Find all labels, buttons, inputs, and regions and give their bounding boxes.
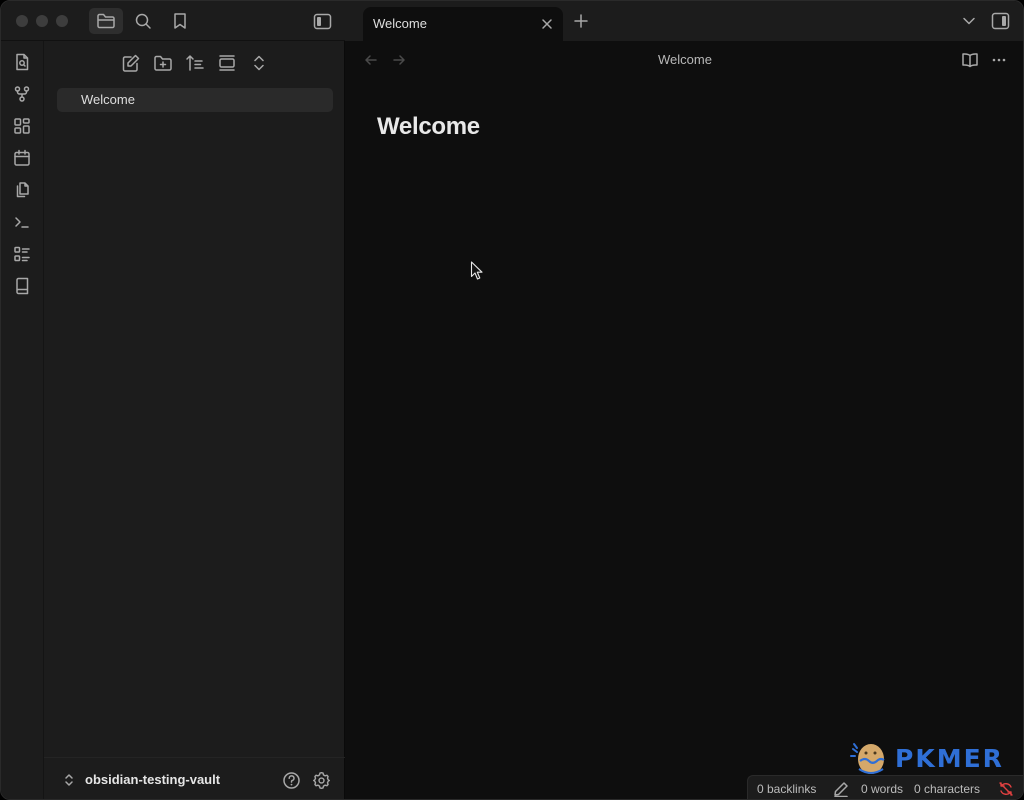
pkmer-watermark: PKMER: [847, 739, 1015, 779]
backlinks-count[interactable]: 0 backlinks: [757, 782, 816, 796]
status-bar: 0 backlinks 0 words 0 characters: [747, 775, 1023, 799]
sync-off-icon[interactable]: [998, 781, 1014, 797]
pkmer-wordmark: PKMER: [895, 744, 1004, 773]
bookmarks-button[interactable]: [163, 8, 197, 34]
sort-icon[interactable]: [185, 53, 205, 73]
folder-icon: [97, 13, 115, 29]
character-count: 0 characters: [914, 782, 981, 796]
editor-pane: Welcome Welcome: [345, 41, 1023, 799]
file-search-icon[interactable]: [13, 53, 31, 71]
close-icon[interactable]: [540, 17, 554, 31]
pkmer-logo-icon: [850, 743, 885, 774]
list-checks-icon[interactable]: [13, 245, 31, 263]
sidebar-left-icon: [313, 13, 331, 29]
new-note-icon[interactable]: [121, 53, 141, 73]
window-zoom-button[interactable]: [56, 15, 68, 27]
sidebar-right-icon[interactable]: [991, 12, 1010, 30]
terminal-icon[interactable]: [13, 213, 31, 231]
tab-welcome[interactable]: Welcome: [363, 7, 563, 41]
vault-bar: obsidian-testing-vault: [44, 757, 345, 799]
vault-switcher-icon[interactable]: [62, 772, 76, 788]
toggle-left-sidebar-button[interactable]: [305, 8, 339, 34]
git-fork-icon[interactable]: [13, 85, 31, 103]
help-circle-icon[interactable]: [282, 771, 301, 790]
file-item-welcome[interactable]: Welcome: [57, 88, 333, 112]
gear-icon[interactable]: [312, 771, 331, 790]
bookmark-icon: [174, 13, 186, 29]
more-horizontal-icon[interactable]: [990, 51, 1008, 69]
pencil-icon[interactable]: [833, 781, 849, 797]
tab-strip: Welcome: [345, 1, 1023, 41]
search-button[interactable]: [126, 8, 160, 34]
file-explorer-pane: Welcome obsidian-testing-vault: [44, 41, 345, 799]
view-header-title[interactable]: Welcome: [345, 52, 1023, 67]
vault-name[interactable]: obsidian-testing-vault: [85, 772, 220, 787]
tab-title: Welcome: [373, 16, 427, 31]
ribbon: [1, 41, 44, 799]
obsidian-window: Welcome obsidian-testing-vault Welcome W…: [0, 0, 1024, 800]
book-open-icon[interactable]: [961, 51, 979, 69]
chevron-down-icon[interactable]: [962, 15, 976, 27]
calendar-icon[interactable]: [13, 149, 31, 167]
new-folder-icon[interactable]: [153, 53, 173, 73]
gallery-icon[interactable]: [217, 53, 237, 73]
file-explorer-button[interactable]: [89, 8, 123, 34]
window-close-button[interactable]: [16, 15, 28, 27]
window-minimize-button[interactable]: [36, 15, 48, 27]
titlebar: [1, 1, 345, 41]
chevrons-up-down-icon[interactable]: [249, 53, 269, 73]
book-icon[interactable]: [13, 277, 31, 295]
files-icon[interactable]: [13, 181, 31, 199]
note-heading[interactable]: Welcome: [377, 113, 480, 141]
mouse-cursor-icon: [470, 261, 483, 280]
word-count: 0 words: [861, 782, 904, 796]
search-icon: [135, 13, 151, 29]
layout-dashboard-icon[interactable]: [13, 117, 31, 135]
plus-icon[interactable]: [573, 13, 589, 29]
